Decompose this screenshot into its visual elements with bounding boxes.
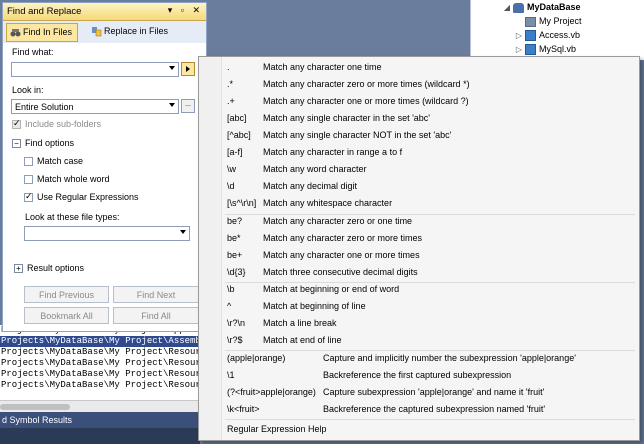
file-types-label: Look at these file types: (25, 212, 120, 222)
menu-item[interactable]: \1 Backreference the first captured subex… (223, 367, 633, 383)
match-case-checkbox[interactable] (24, 157, 33, 166)
menu-item[interactable]: \d{3} Match three consecutive decimal dig… (223, 264, 633, 280)
menu-item[interactable]: be+ Match any character one or more times (223, 247, 633, 263)
menu-item[interactable]: .+ Match any character one or more times … (223, 93, 633, 109)
find-results-list: Projects\MyDataBase\My Project\Applicat … (0, 325, 200, 410)
menu-item[interactable]: [\s^\r\n] Match any whitespace character (223, 195, 633, 211)
browse-button[interactable]: ... (181, 99, 195, 113)
menu-item[interactable]: (?<fruit>apple|orange) Capture subexpress… (223, 384, 633, 400)
match-case-label: Match case (37, 156, 84, 166)
menu-item[interactable]: [abc] Match any single character in the s… (223, 110, 633, 126)
find-what-label: Find what: (12, 47, 54, 57)
menu-item[interactable]: \k<fruit> Backreference the captured sube… (223, 401, 633, 417)
file-types-combo[interactable] (24, 226, 190, 241)
result-line[interactable]: Projects\MyDataBase\My Project\Resource (0, 369, 200, 380)
replace-icon (92, 27, 102, 37)
look-in-label: Look in: (12, 85, 44, 95)
tab-find-in-files[interactable]: Find In Files (6, 23, 79, 42)
include-subfolders-label: Include sub-folders (25, 119, 102, 129)
find-options-label[interactable]: Find options (25, 138, 74, 148)
find-what-combo[interactable] (11, 62, 179, 77)
match-whole-word-checkbox[interactable] (24, 175, 33, 184)
scrollbar-thumb[interactable] (0, 404, 70, 410)
title-bar[interactable]: Find and Replace ▾ ▫ ✕ (3, 3, 206, 21)
tab-replace-in-files[interactable]: Replace in Files (88, 23, 173, 40)
menu-separator (225, 419, 635, 420)
menu-item[interactable]: [^abc] Match any single character NOT in … (223, 127, 633, 143)
solution-explorer: ◢ MyDataBase My Project ▷ Access.vb ▷ MySql… (470, 0, 644, 60)
chevron-down-icon (169, 103, 175, 107)
find-panel: Find what: Look in: Entire Solution ... … (3, 43, 206, 331)
window-title: Find and Replace (7, 6, 82, 17)
menu-item[interactable]: ^ Match at beginning of line (223, 298, 633, 314)
find-previous-button[interactable]: Find Previous (24, 286, 109, 303)
menu-icon-column (199, 57, 222, 440)
menu-item[interactable]: \r?\n Match a line break (223, 315, 633, 331)
menu-item[interactable]: (apple|orange) Capture and implicitly num… (223, 350, 633, 366)
result-line[interactable]: Projects\MyDataBase\My Project\Resource (0, 347, 200, 358)
result-line-selected[interactable]: Projects\MyDataBase\My Project\Assembly (0, 336, 200, 347)
find-replace-window: Find and Replace ▾ ▫ ✕ Find In Files Rep… (2, 2, 207, 332)
database-icon (513, 2, 524, 13)
menu-item[interactable]: be* Match any character zero or more time… (223, 230, 633, 246)
look-in-combo[interactable]: Entire Solution (11, 99, 179, 114)
bookmark-all-button[interactable]: Bookmark All (24, 307, 109, 324)
tree-item-mysql-vb[interactable]: ▷ MySql.vb (513, 43, 576, 56)
result-options-label[interactable]: Result options (27, 263, 84, 273)
include-subfolders-checkbox[interactable] (12, 118, 21, 129)
chevron-down-icon (169, 66, 175, 70)
use-regex-checkbox[interactable] (24, 191, 33, 202)
menu-item[interactable]: [a-f] Match any character in range a to f (223, 144, 633, 160)
menu-item[interactable]: \r?$ Match at end of line (223, 332, 633, 348)
find-all-button[interactable]: Find All (113, 307, 199, 324)
tab-row: Find In Files Replace in Files (3, 21, 206, 44)
chevron-down-icon (180, 230, 186, 234)
window-control-buttons[interactable]: ▾ ▫ ✕ (168, 5, 203, 16)
menu-item-regex-help[interactable]: Regular Expression Help (223, 421, 633, 437)
find-next-button[interactable]: Find Next (113, 286, 199, 303)
symbol-results-tab[interactable]: d Symbol Results (0, 412, 202, 428)
menu-item[interactable]: . Match any character one time (223, 59, 633, 75)
menu-item[interactable]: .* Match any character zero or more times… (223, 76, 633, 92)
expand-icon[interactable]: + (14, 264, 23, 273)
status-bar (0, 428, 200, 444)
vb-file-icon (525, 44, 536, 56)
regex-context-menu: . Match any character one time .* Match an… (198, 56, 640, 441)
project-icon (525, 16, 536, 27)
tree-item-my-project[interactable]: My Project (513, 15, 582, 28)
menu-item[interactable]: be? Match any character zero or one time (223, 213, 633, 229)
menu-item[interactable]: \d Match any decimal digit (223, 178, 633, 194)
match-whole-word-label: Match whole word (37, 174, 110, 184)
binoculars-icon (10, 29, 21, 37)
result-line[interactable]: Projects\MyDataBase\My Project\Resource (0, 358, 200, 369)
expression-builder-button[interactable] (181, 62, 195, 76)
tree-item-access-vb[interactable]: ▷ Access.vb (513, 29, 580, 42)
result-line[interactable]: Projects\MyDataBase\My Project\Resource (0, 380, 200, 391)
vb-file-icon (525, 30, 536, 42)
use-regex-label: Use Regular Expressions (37, 192, 139, 202)
tree-item-mydatabase[interactable]: ◢ MyDataBase (501, 1, 581, 14)
collapse-icon[interactable]: − (12, 139, 21, 148)
menu-item[interactable]: \b Match at beginning or end of word (223, 281, 633, 297)
menu-item[interactable]: \w Match any word character (223, 161, 633, 177)
